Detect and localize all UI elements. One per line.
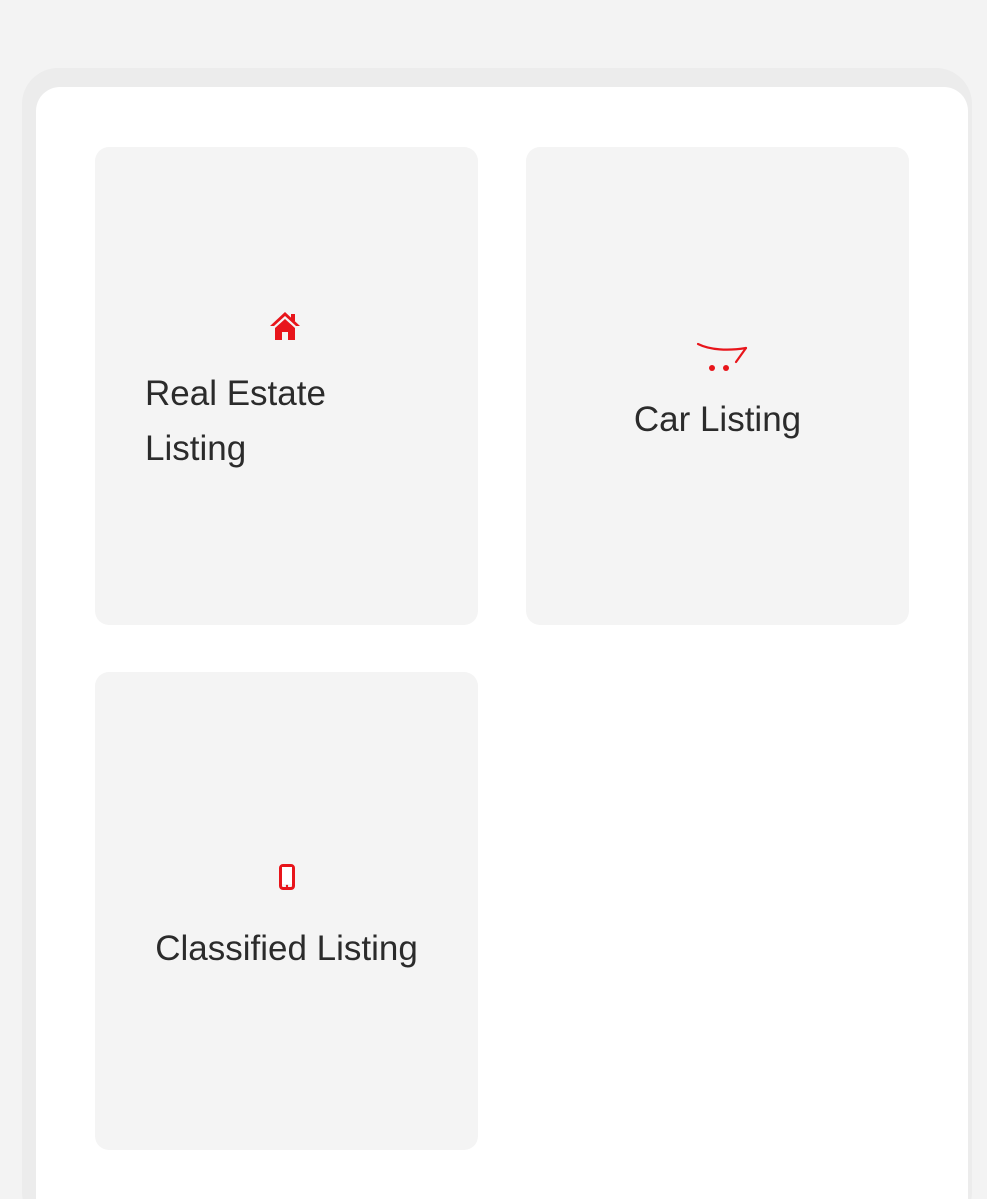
page: Real Estate Listing Car Listing Classifi… (0, 0, 987, 1199)
card-title: Real Estate Listing (145, 374, 326, 468)
card-title: Classified Listing (155, 929, 418, 968)
cart-icon (696, 342, 748, 371)
card-title: Car Listing (633, 400, 802, 439)
listing-types-panel: Real Estate Listing Car Listing Classifi… (36, 87, 968, 1199)
card-car-listing[interactable]: Car Listing (526, 147, 909, 625)
mobile-phone-icon (279, 864, 295, 890)
card-classified-listing[interactable]: Classified Listing (95, 672, 478, 1150)
card-real-estate-listing[interactable]: Real Estate Listing (95, 147, 478, 625)
home-icon (270, 312, 300, 340)
